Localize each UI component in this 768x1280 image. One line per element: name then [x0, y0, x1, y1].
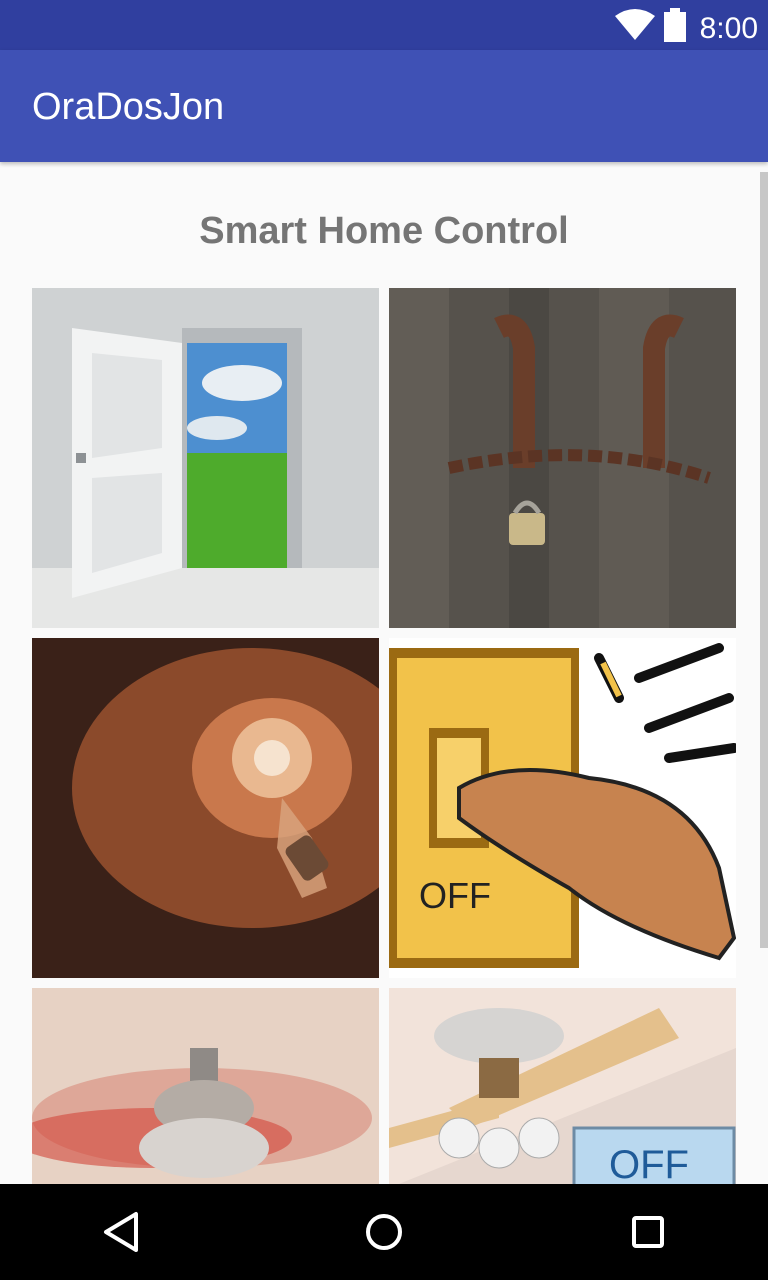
- ceiling-fan-off-tile[interactable]: OFF: [389, 988, 736, 1184]
- open-door-tile[interactable]: [32, 288, 379, 628]
- wifi-icon: [615, 9, 655, 40]
- status-bar: 8:00: [0, 0, 768, 50]
- open-door-image: [32, 288, 379, 628]
- locked-door-tile[interactable]: [389, 288, 736, 628]
- back-icon[interactable]: [92, 1204, 148, 1260]
- navigation-bar: [0, 1184, 768, 1280]
- app-bar: OraDosJon: [0, 50, 768, 162]
- light-bulb-image: [32, 638, 379, 978]
- main-content: Smart Home Control OFF OFF: [0, 162, 768, 1184]
- page-title: Smart Home Control: [199, 210, 569, 252]
- scrollbar[interactable]: [760, 172, 768, 948]
- status-time: 8:00: [699, 12, 758, 45]
- ceiling-fan-spinning-image: [32, 988, 379, 1184]
- home-icon[interactable]: [356, 1204, 412, 1260]
- recents-icon[interactable]: [620, 1204, 676, 1260]
- app-title: OraDosJon: [32, 86, 225, 128]
- light-switch-off-tile[interactable]: OFF: [389, 638, 736, 978]
- locked-door-image: [389, 288, 736, 628]
- light-bulb-tile[interactable]: [32, 638, 379, 978]
- battery-icon: [664, 8, 686, 42]
- switch-off-label: OFF: [419, 875, 491, 916]
- fan-off-label: OFF: [609, 1143, 689, 1184]
- ceiling-fan-spinning-tile[interactable]: [32, 988, 379, 1184]
- ceiling-fan-off-image: OFF: [389, 988, 736, 1184]
- light-switch-off-image: OFF: [389, 638, 736, 978]
